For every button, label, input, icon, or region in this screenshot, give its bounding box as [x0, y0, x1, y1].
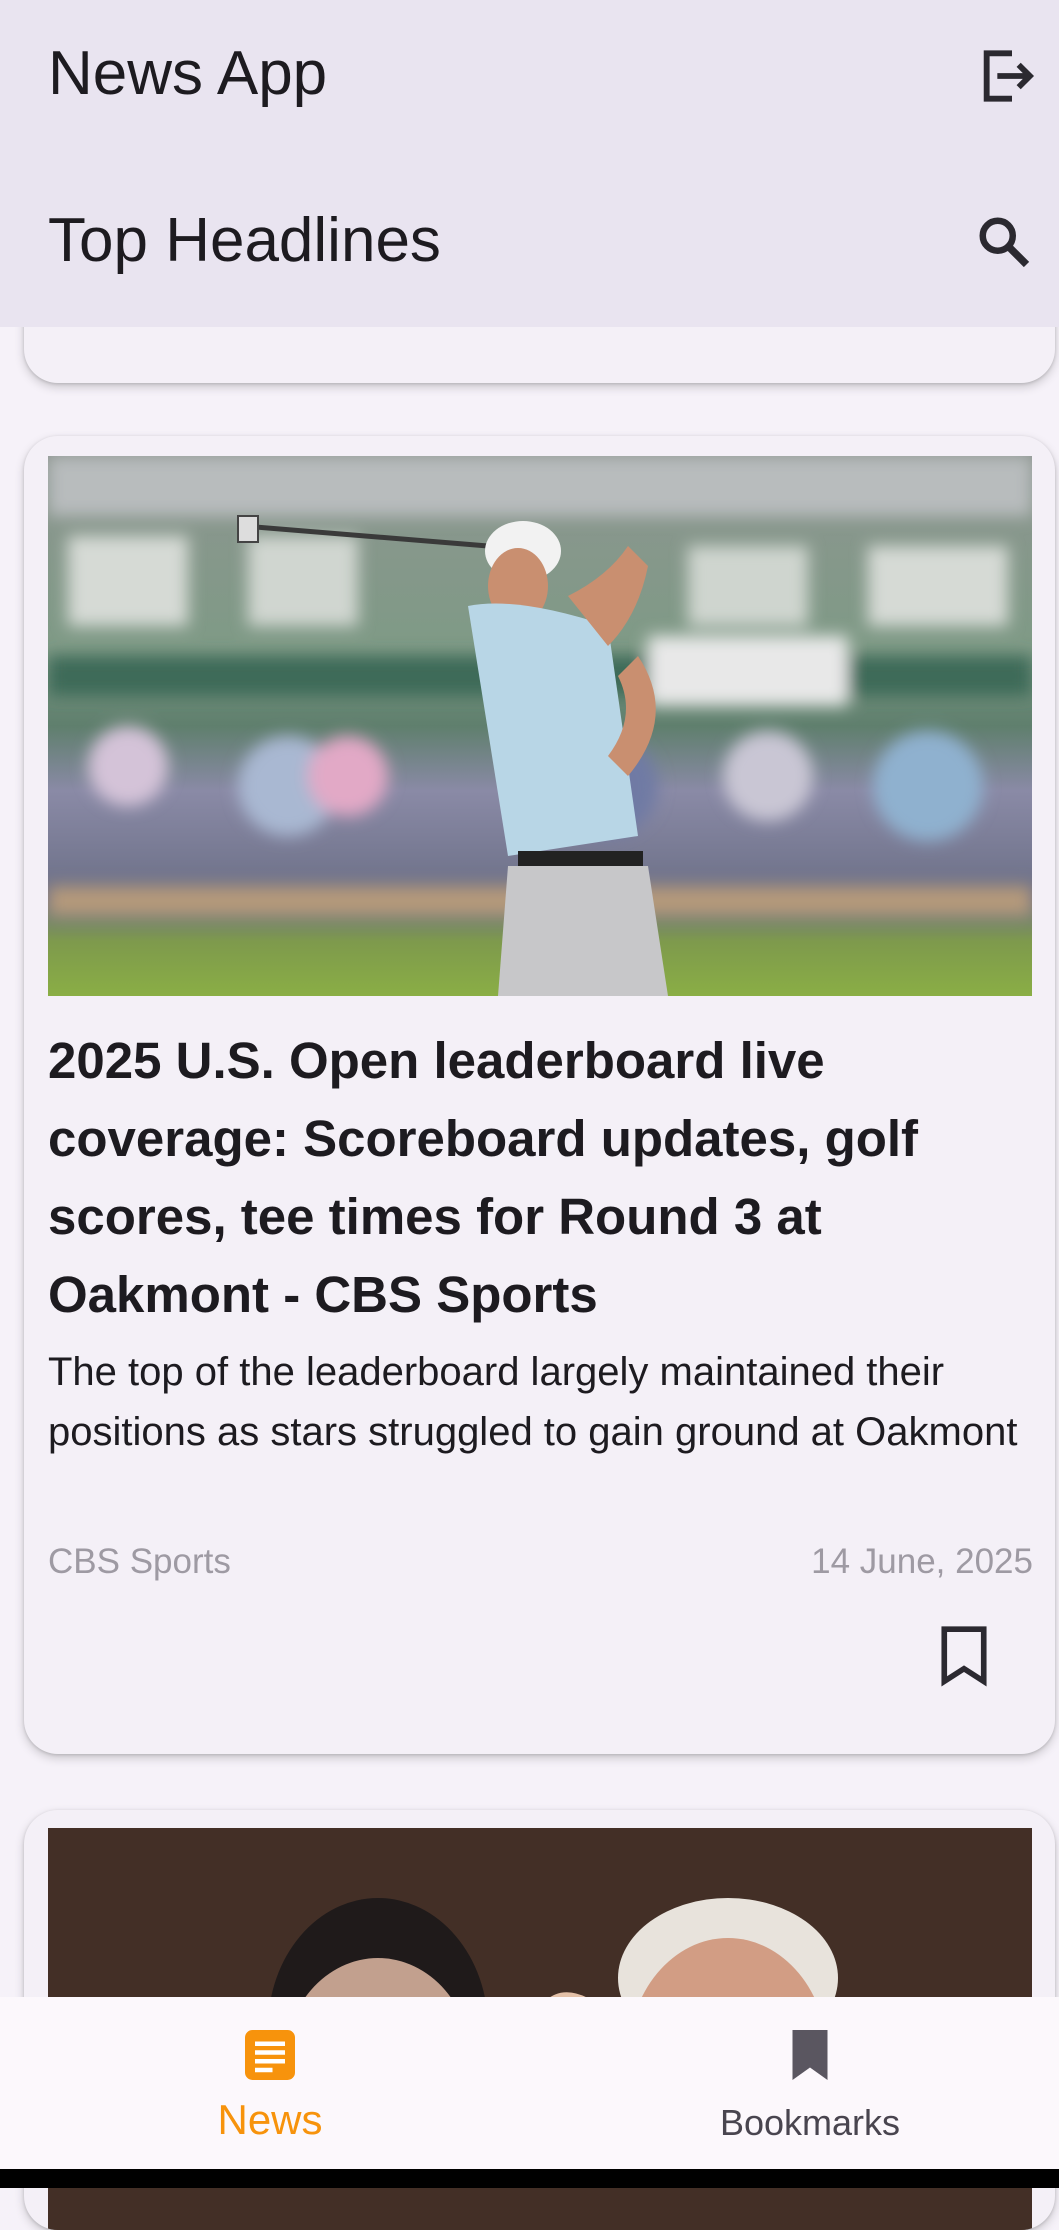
- logout-button[interactable]: [968, 40, 1040, 112]
- app-title: News App: [48, 39, 328, 108]
- nav-label-news: News: [217, 2096, 323, 2143]
- bottom-navigation: News Bookmarks: [0, 1997, 1059, 2169]
- logout-icon: [983, 50, 1035, 102]
- article-headline[interactable]: 2025 U.S. Open leaderboard live coverage…: [48, 1022, 1038, 1334]
- news-card[interactable]: 2025 U.S. Open leaderboard live coverage…: [24, 436, 1055, 1754]
- page-title: Top Headlines: [48, 206, 441, 275]
- article-icon: [245, 2030, 295, 2080]
- nav-item-bookmarks[interactable]: Bookmarks: [680, 1997, 940, 2169]
- bookmark-button[interactable]: [924, 1616, 1004, 1696]
- system-navigation-bar: [0, 2169, 1059, 2188]
- search-button[interactable]: [968, 206, 1040, 278]
- article-image: [48, 456, 1032, 996]
- bookmark-outline-icon: [941, 1626, 987, 1687]
- article-description: The top of the leaderboard largely maint…: [48, 1350, 1018, 1454]
- nav-item-news[interactable]: News: [170, 1997, 370, 2169]
- article-date: 14 June, 2025: [811, 1542, 1033, 1581]
- nav-label-bookmarks: Bookmarks: [719, 2102, 901, 2143]
- bookmark-icon: [792, 2030, 828, 2080]
- article-source: CBS Sports: [48, 1542, 231, 1581]
- search-icon: [979, 217, 1030, 268]
- app-bar: News App Top Headlines: [0, 0, 1059, 327]
